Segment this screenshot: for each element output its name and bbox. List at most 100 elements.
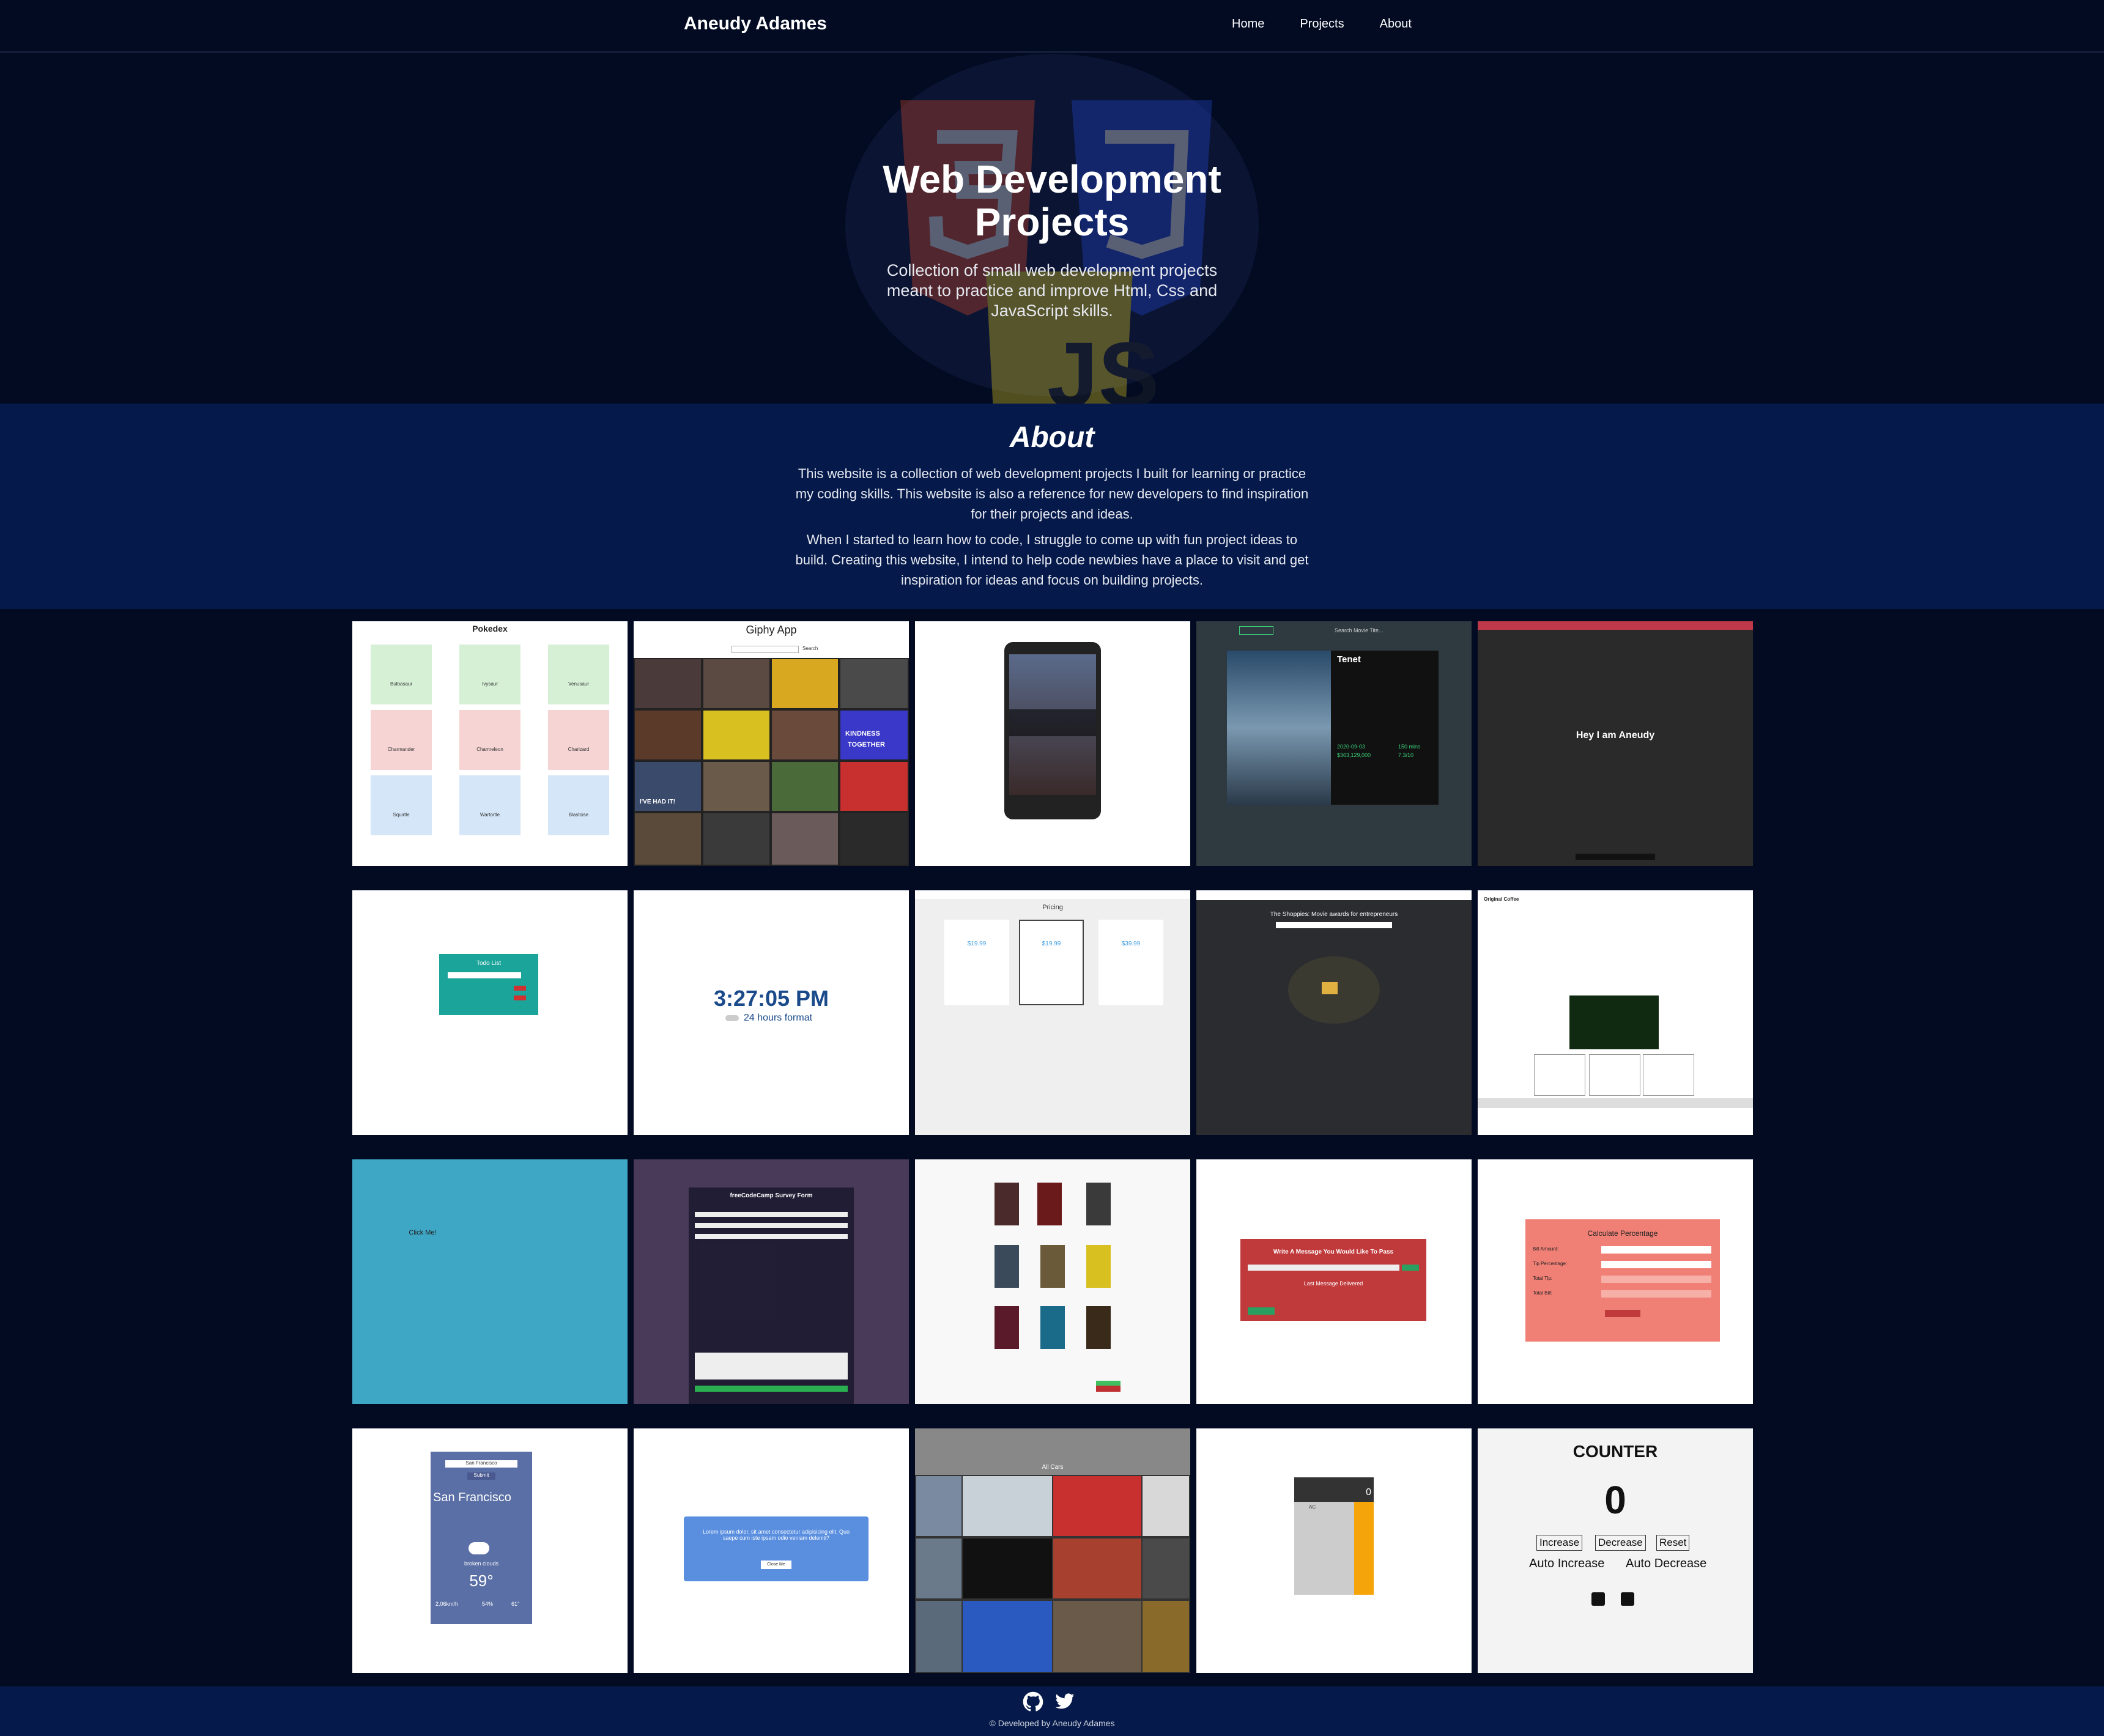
modal-close-button[interactable]: Close Me (761, 1561, 791, 1569)
gif-caption: I'VE HAD IT! (640, 799, 675, 805)
decrease-button[interactable]: Decrease (1595, 1535, 1646, 1551)
delete-button[interactable] (514, 986, 526, 991)
weather-city-input[interactable]: San Francisco (445, 1460, 517, 1468)
survey-name-input[interactable] (695, 1212, 848, 1217)
linkedin-icon[interactable] (1591, 1592, 1605, 1606)
tip-title: Calculate Percentage (1587, 1229, 1658, 1238)
shoppies-search-input[interactable] (1276, 922, 1392, 928)
pokemon-card (371, 710, 432, 770)
github-icon[interactable] (1621, 1592, 1634, 1606)
delete-button[interactable] (514, 995, 526, 1000)
nav-links: Home Projects About (1232, 17, 1412, 31)
project-card-giphy[interactable]: Giphy App Search KINDNESS TOGETHER I'VE … (634, 621, 909, 866)
project-card-calculator[interactable]: 0 AC (1196, 1428, 1472, 1673)
project-card-movie-search[interactable]: Search Movie Tite... Tenet 2020-09-03 $3… (1196, 621, 1472, 866)
click-me-button[interactable]: Click Me! (352, 1229, 493, 1236)
pokemon-name: Ivysaur (482, 681, 498, 687)
pokemon-name: Charmander (387, 747, 415, 752)
last-message-label: Last Message Delivered (1303, 1280, 1363, 1287)
message-card: Write A Message You Would Like To Pass L… (1240, 1239, 1426, 1321)
project-card-clock[interactable]: 3:27:05 PM 24 hours format (634, 890, 909, 1135)
todo-input[interactable] (448, 972, 521, 978)
survey-comments[interactable] (695, 1353, 848, 1380)
calculator-ac-button[interactable]: AC (1309, 1504, 1316, 1510)
increase-button[interactable]: Increase (1536, 1535, 1583, 1551)
pokemon-card (459, 710, 520, 770)
brand-name[interactable]: Aneudy Adames (684, 13, 827, 34)
project-card-shoppies[interactable]: The Shoppies: Movie awards for entrepren… (1196, 890, 1472, 1135)
project-card-weather[interactable]: San Francisco Submit San Francisco broke… (352, 1428, 628, 1673)
survey-submit-button[interactable] (695, 1386, 848, 1392)
pokemon-card (548, 710, 609, 770)
nav-link-home[interactable]: Home (1232, 17, 1264, 31)
tip-label: Tip Percentage: (1533, 1261, 1568, 1266)
project-card-pokedex[interactable]: Pokedex Bulbasaur Ivysaur Venusaur Charm… (352, 621, 628, 866)
calculator-body: 0 AC (1294, 1477, 1374, 1595)
movie-poster (1227, 651, 1331, 805)
bill-input[interactable] (1601, 1246, 1711, 1254)
project-card-survey[interactable]: freeCodeCamp Survey Form (634, 1159, 909, 1404)
weather-submit-button[interactable]: Submit (467, 1472, 495, 1480)
message-clear-button[interactable] (1248, 1307, 1275, 1315)
toggle-switch[interactable] (725, 1015, 739, 1021)
pokemon-name: Charmeleon (476, 747, 503, 752)
twitter-icon[interactable] (1054, 1691, 1075, 1712)
github-icon[interactable] (1023, 1691, 1043, 1712)
tip-percent-input[interactable] (1601, 1261, 1711, 1268)
shoppies-topbar (1196, 890, 1472, 900)
portfolio-header-bar (1478, 621, 1753, 630)
footer-credit: © Developed by Aneudy Adames (989, 1718, 1115, 1728)
weather-wind: 2.06km/h (435, 1601, 459, 1607)
calculate-button[interactable] (1605, 1310, 1640, 1317)
project-card-click-me[interactable]: Click Me! (352, 1159, 628, 1404)
modal-text: Lorem ipsum dolor, sit amet consectetur … (702, 1529, 850, 1541)
message-submit-button[interactable] (1402, 1265, 1419, 1271)
reset-button[interactable]: Reset (1656, 1535, 1690, 1551)
project-card-pricing[interactable]: Pricing $19.99 $19.99 $39.99 (915, 890, 1190, 1135)
coffee-plan-card (1534, 1054, 1585, 1096)
movie-search-button[interactable] (1239, 626, 1273, 635)
phone-frame (1004, 642, 1101, 819)
movie-search-input[interactable]: Search Movie Tite... (1335, 627, 1384, 633)
project-card-modal[interactable]: Lorem ipsum dolor, sit amet consectetur … (634, 1428, 909, 1673)
giphy-search-button[interactable]: Search (802, 646, 818, 651)
pokemon-card (459, 775, 520, 835)
project-card-counter[interactable]: COUNTER 0 Increase Decrease Reset Auto I… (1478, 1428, 1753, 1673)
pokedex-title: Pokedex (472, 624, 508, 633)
gif-caption: TOGETHER (848, 741, 885, 748)
survey-age-input[interactable] (695, 1234, 848, 1239)
about-paragraph-1: This website is a collection of web deve… (795, 466, 1309, 522)
tip-card: Calculate Percentage Bill Amount: Tip Pe… (1525, 1219, 1720, 1342)
projects-grid: Pokedex Bulbasaur Ivysaur Venusaur Charm… (0, 609, 2104, 1686)
project-card-cars[interactable]: All Cars (915, 1428, 1190, 1673)
project-card-todo[interactable]: Todo List (352, 890, 628, 1135)
calculator-operator-column[interactable] (1354, 1502, 1374, 1595)
tip-label: Total Bill: (1533, 1290, 1553, 1296)
project-card-portfolio[interactable]: Hey I am Aneudy (1478, 621, 1753, 866)
hero-title-line-2: Projects (974, 200, 1130, 244)
project-card-tip-calculator[interactable]: Calculate Percentage Bill Amount: Tip Pe… (1478, 1159, 1753, 1404)
giphy-title: Giphy App (746, 624, 797, 636)
auto-decrease-checkbox[interactable]: Auto Decrease (1626, 1557, 1706, 1571)
coffee-plan-card (1589, 1054, 1640, 1096)
project-card-coffee[interactable]: Original Coffee (1478, 890, 1753, 1135)
pokemon-card (548, 775, 609, 835)
giphy-search-input[interactable] (732, 646, 799, 653)
top-nav: Aneudy Adames Home Projects About (0, 0, 2104, 53)
clock-format-toggle[interactable]: 24 hours format (744, 1013, 812, 1024)
auto-increase-checkbox[interactable]: Auto Increase (1529, 1557, 1604, 1571)
project-card-movie-shop[interactable] (915, 1159, 1190, 1404)
nav-link-projects[interactable]: Projects (1300, 17, 1344, 31)
survey-form: freeCodeCamp Survey Form (689, 1187, 854, 1404)
project-card-quote-phone[interactable] (915, 621, 1190, 866)
message-input[interactable] (1248, 1265, 1399, 1271)
survey-email-input[interactable] (695, 1223, 848, 1228)
nav-link-about[interactable]: About (1380, 17, 1412, 31)
gif-grid: KINDNESS TOGETHER I'VE HAD IT! (634, 658, 909, 866)
modal-box: Lorem ipsum dolor, sit amet consectetur … (684, 1516, 869, 1581)
project-card-message[interactable]: Write A Message You Would Like To Pass L… (1196, 1159, 1472, 1404)
about-paragraph-2: When I started to learn how to code, I s… (795, 532, 1309, 588)
pokemon-name: Wartortle (480, 812, 500, 818)
tip-label: Total Tip: (1533, 1276, 1553, 1281)
movie-box-office: $363,129,000 (1337, 752, 1371, 758)
